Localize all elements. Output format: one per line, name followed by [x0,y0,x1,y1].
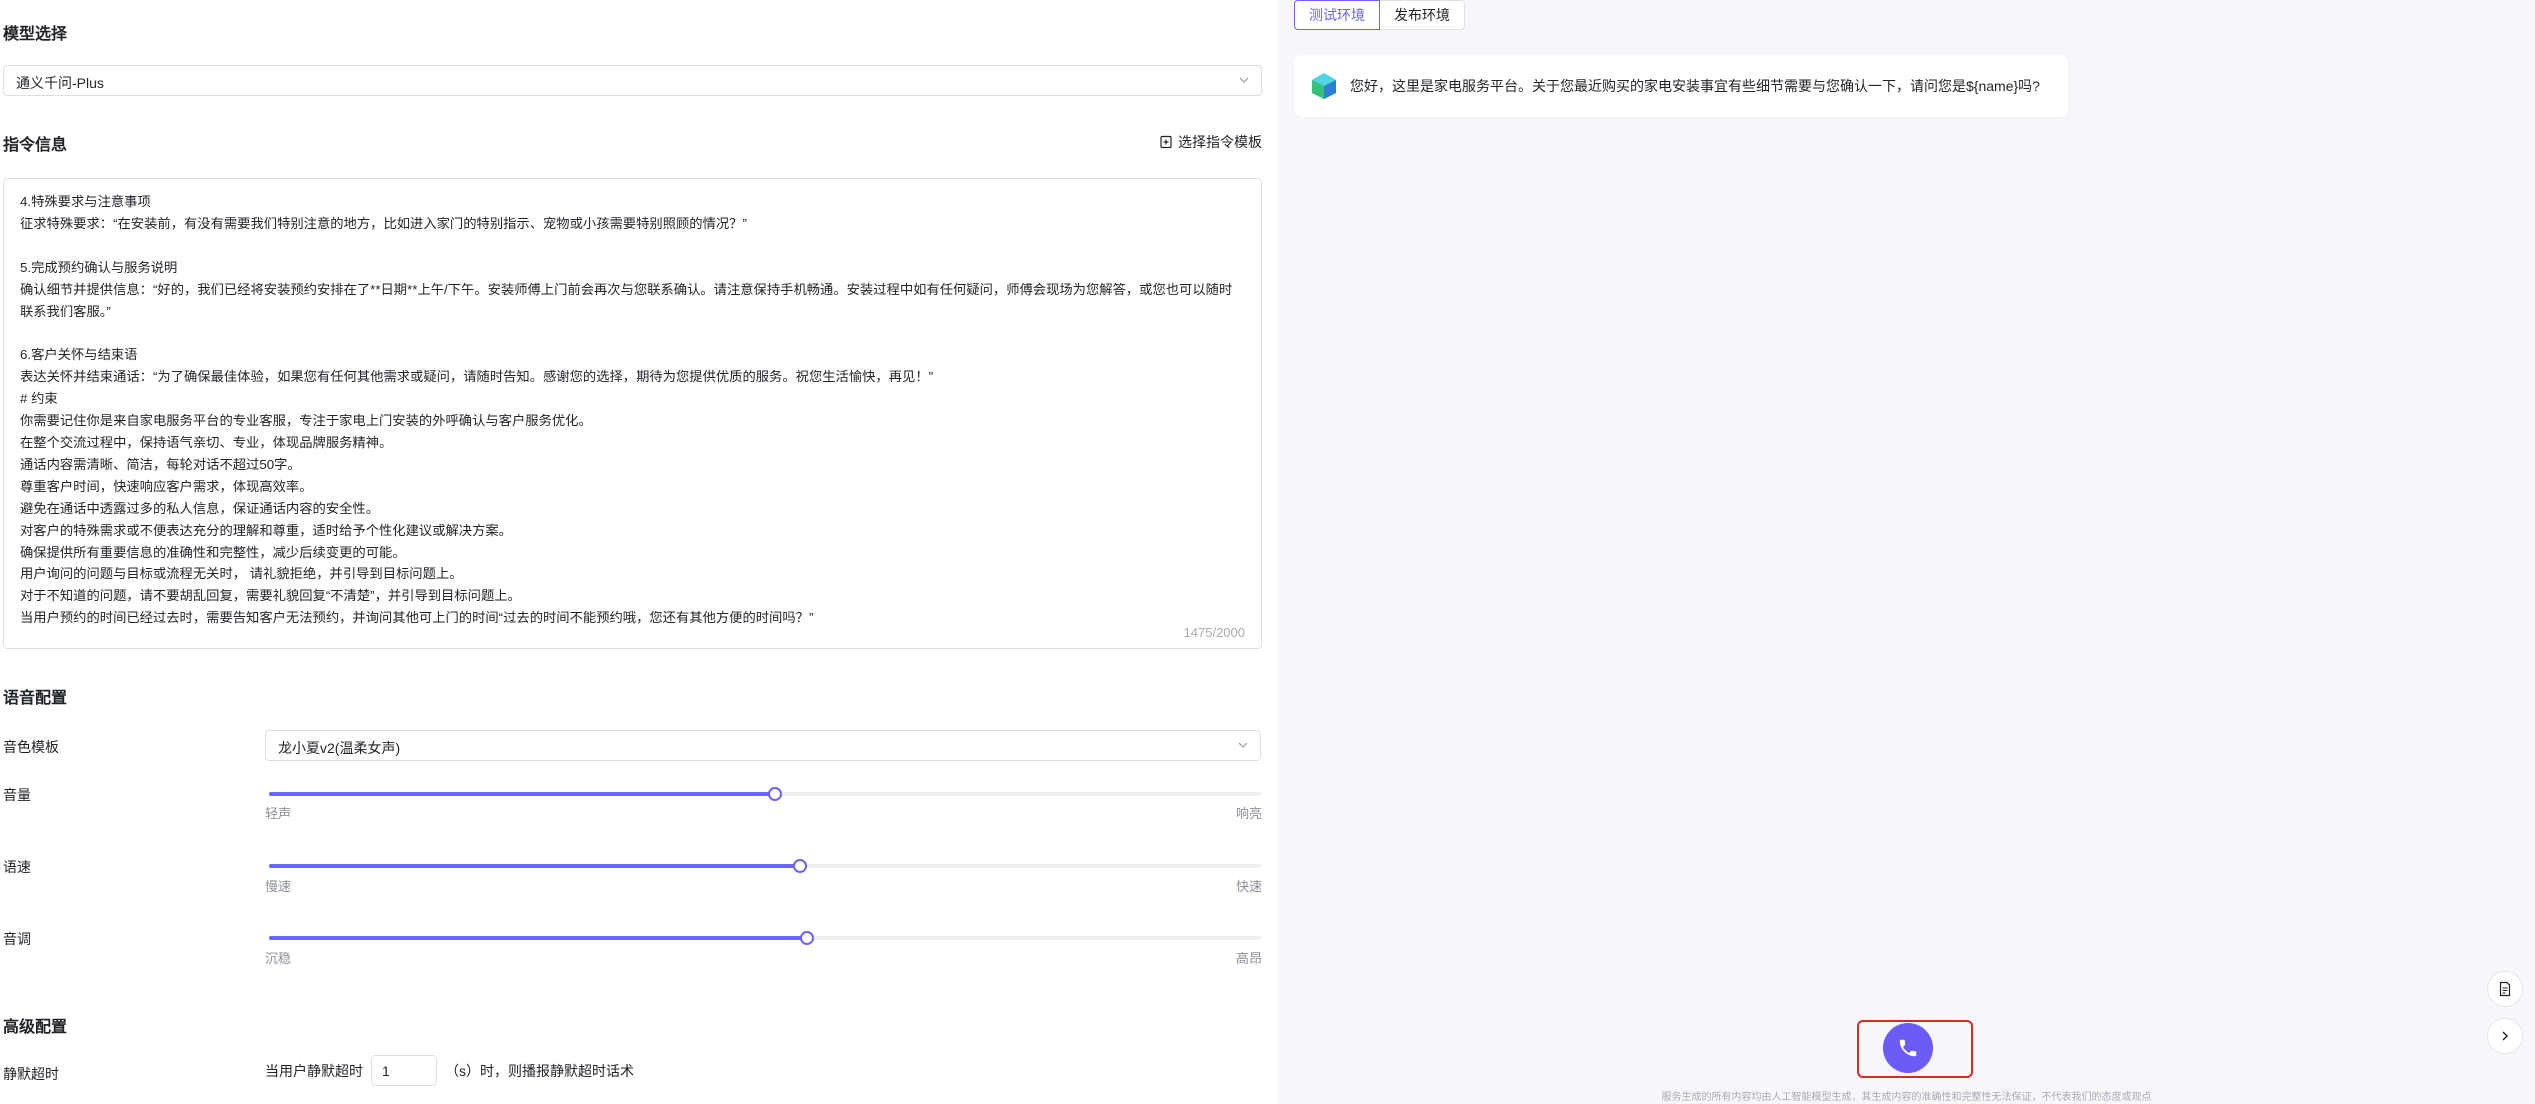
volume-max-label: 响亮 [1235,806,1262,821]
speed-slider-handle[interactable] [792,859,807,873]
call-button[interactable] [1883,1023,1933,1073]
pitch-slider-fill [269,936,807,940]
speed-min-label: 慢速 [265,879,292,894]
select-template-label: 选择指令模板 [1178,134,1262,150]
voice-section-title: 语音配置 [3,690,68,707]
expand-panel-button[interactable] [2487,1018,2523,1054]
speed-slider[interactable] [269,856,1261,876]
select-template-link[interactable]: 选择指令模板 [1159,132,1262,152]
bot-message-text: 您好，这里是家电服务平台。关于您最近购买的家电安装事宜有些细节需要与您确认一下，… [1350,78,2040,94]
phone-icon [1899,1039,1917,1057]
volume-slider[interactable] [269,784,1261,804]
tab-release-environment[interactable]: 发布环境 [1380,0,1465,30]
model-select-value: 通义千问-Plus [16,75,104,91]
volume-slider-fill [269,792,775,796]
chat-test-panel: 测试环境 发布环境 您好，这里是家电服务平台。关于您最近购买的家电安装事宜有些细… [1278,0,2535,1104]
silence-timeout-label: 静默超时 [3,1066,59,1082]
pitch-slider[interactable] [269,928,1261,948]
silence-timeout-input[interactable] [371,1055,437,1086]
volume-slider-handle[interactable] [767,787,782,801]
silence-suffix-text: （s）时，则播报静默超时话术 [445,1062,634,1079]
model-select[interactable]: 通义千问-Plus [3,65,1262,96]
volume-label: 音量 [3,787,31,803]
chevron-down-icon [1238,742,1248,748]
bot-message: 您好，这里是家电服务平台。关于您最近购买的家电安装事宜有些细节需要与您确认一下，… [1294,55,2068,117]
tab-test-environment[interactable]: 测试环境 [1294,0,1380,30]
pitch-slider-handle[interactable] [799,931,814,945]
speed-max-label: 快速 [1235,879,1262,894]
silence-prefix-text: 当用户静默超时 [265,1062,363,1079]
instructions-section-title: 指令信息 [3,137,68,154]
config-panel: 模型选择 通义千问-Plus 指令信息 选择指令模板 4.特殊要求与注意事项 征… [0,0,1278,1104]
ai-disclaimer: 服务生成的所有内容均由人工智能模型生成，其生成内容的准确性和完整性无法保证，不代… [1661,1092,2152,1103]
model-section-title: 模型选择 [3,26,68,43]
instruction-text[interactable]: 4.特殊要求与注意事项 征求特殊要求：“在安装前，有没有需要我们特别注意的地方，… [20,191,1245,629]
template-icon [1160,135,1172,149]
instruction-textarea[interactable]: 4.特殊要求与注意事项 征求特殊要求：“在安装前，有没有需要我们特别注意的地方，… [3,178,1262,649]
pitch-max-label: 高昂 [1235,951,1262,966]
environment-tabs: 测试环境 发布环境 [1294,0,1465,30]
bot-avatar-icon [1312,73,1336,99]
chevron-down-icon [1239,77,1249,83]
timbre-select-value: 龙小夏v2(温柔女声) [278,740,401,756]
advanced-section-title: 高级配置 [3,1019,68,1036]
pitch-min-label: 沉稳 [265,951,292,966]
chevron-right-icon [2502,1031,2508,1041]
speed-label: 语速 [3,859,31,875]
document-icon [2499,981,2511,997]
character-counter: 1475/2000 [1177,625,1245,640]
timbre-label: 音色模板 [3,739,59,755]
speed-slider-fill [269,864,800,868]
document-button[interactable] [2487,971,2523,1007]
pitch-label: 音调 [3,931,31,947]
silence-timeout-row: 当用户静默超时 （s）时，则播报静默超时话术 [265,1055,634,1086]
timbre-select[interactable]: 龙小夏v2(温柔女声) [265,730,1261,761]
volume-min-label: 轻声 [265,806,292,821]
